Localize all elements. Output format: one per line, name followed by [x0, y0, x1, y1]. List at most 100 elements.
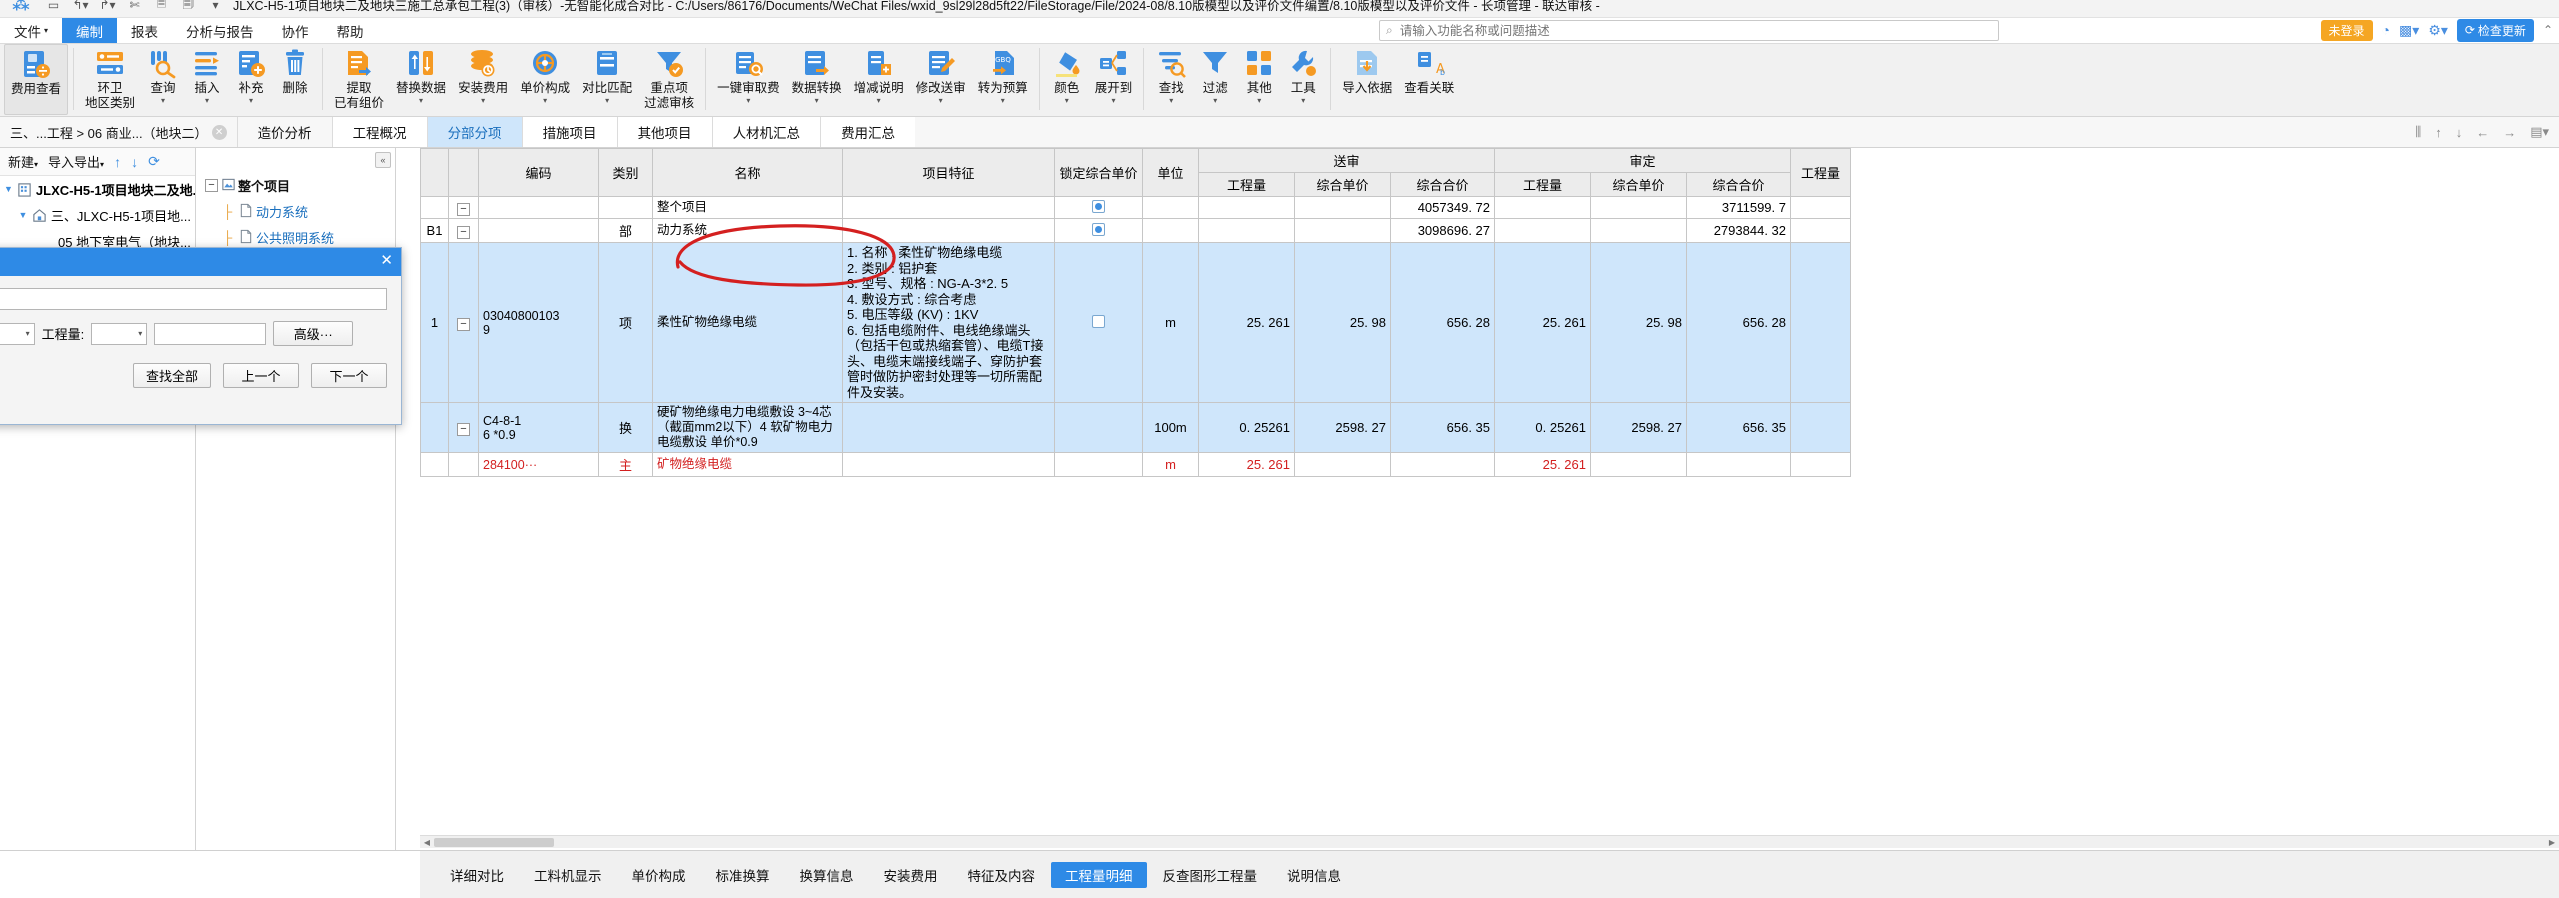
- cell-submitted-total[interactable]: 656. 35: [1390, 402, 1495, 453]
- quantity-operator-select[interactable]: ▾: [91, 322, 148, 345]
- copy-icon[interactable]: 🗏: [152, 0, 171, 14]
- cell-extra[interactable]: [1790, 402, 1851, 453]
- ribbon-button-导入依据[interactable]: 导入依据: [1336, 44, 1398, 115]
- cell-feature[interactable]: [842, 402, 1055, 453]
- tab-subdivision[interactable]: 分部分项: [426, 117, 522, 147]
- cell-submitted-unitprice[interactable]: [1294, 196, 1391, 219]
- tab-other-items[interactable]: 其他项目: [616, 117, 712, 147]
- column-header-unit[interactable]: 单位: [1142, 148, 1199, 197]
- menu-item-compile[interactable]: 编制: [62, 18, 118, 43]
- ribbon-button-对比匹配[interactable]: 对比匹配 ▾: [576, 44, 638, 115]
- cell-feature[interactable]: 1. 名称 : 柔性矿物绝缘电缆 2. 类别 : 铝护套 3. 型号、规格 : …: [842, 242, 1055, 403]
- column-header-a_qty[interactable]: 工程量: [1494, 172, 1591, 197]
- close-icon[interactable]: ✕: [380, 252, 393, 270]
- table-row[interactable]: B1− 部动力系统 3098696. 27 2793844. 32: [420, 218, 1851, 243]
- cell-submitted-unitprice[interactable]: 2598. 27: [1294, 402, 1391, 453]
- cell-name[interactable]: 动力系统: [652, 218, 843, 243]
- column-header-feature[interactable]: 项目特征: [842, 148, 1055, 197]
- project-tree-item-0[interactable]: ▼ JLXC-H5-1项目地块二及地...: [0, 176, 195, 202]
- settings-gear-icon[interactable]: ⚙▾: [2428, 22, 2448, 39]
- column-header-type[interactable]: 类别: [598, 148, 653, 197]
- breadcrumb[interactable]: 三、...工程 > 06 商业...（地块二） ✕: [0, 117, 237, 147]
- tab-cost-analysis[interactable]: 造价分析: [236, 117, 332, 147]
- cell-submitted-qty[interactable]: [1198, 218, 1295, 243]
- lock-checkbox[interactable]: [1092, 222, 1105, 236]
- ribbon-button-补充[interactable]: 补充 ▾: [229, 44, 273, 115]
- collapse-panel-button[interactable]: «: [375, 152, 391, 168]
- lock-checkbox[interactable]: [1092, 314, 1105, 328]
- column-header-rownum[interactable]: [420, 148, 449, 197]
- expander-icon[interactable]: −: [457, 225, 470, 239]
- ribbon-button-查看关联[interactable]: Ab 查看关联: [1398, 44, 1460, 115]
- quantity-input[interactable]: [154, 322, 267, 345]
- ribbon-button-插入[interactable]: 插入 ▾: [185, 44, 229, 115]
- cell-submitted-total[interactable]: 3098696. 27: [1390, 218, 1495, 243]
- cell-lock-price[interactable]: [1054, 218, 1143, 243]
- column-header-name[interactable]: 名称: [652, 148, 843, 197]
- bottom-tab-工程量明细[interactable]: 工程量明细: [1051, 861, 1147, 888]
- cell-approved-total[interactable]: [1686, 452, 1791, 477]
- expander-icon[interactable]: −: [457, 317, 470, 331]
- bottom-tab-工料机显示[interactable]: 工料机显示: [520, 861, 616, 888]
- project-tree-item-1[interactable]: ▼ 三、JLXC-H5-1项目地...: [0, 202, 195, 228]
- redo-icon[interactable]: ↱▾: [98, 0, 117, 14]
- ribbon-button-转为预算[interactable]: GBQ 转为预算 ▾: [972, 44, 1034, 115]
- ribbon-button-环卫[interactable]: 环卫 地区类别: [79, 44, 141, 115]
- close-icon[interactable]: ✕: [211, 124, 227, 140]
- cell-extra[interactable]: [1790, 452, 1851, 477]
- cell-extra[interactable]: [1790, 242, 1851, 403]
- bottom-tab-安装费用[interactable]: 安装费用: [869, 861, 952, 888]
- cell-submitted-qty[interactable]: 25. 261: [1198, 452, 1295, 477]
- grid-apps-icon[interactable]: ▩▾: [2399, 22, 2419, 39]
- arrow-up-icon[interactable]: ↑: [2435, 125, 2442, 140]
- paste-icon[interactable]: 🗐: [179, 0, 198, 14]
- structure-item-0[interactable]: − 整个项目: [196, 172, 395, 198]
- bottom-tab-单价构成[interactable]: 单价构成: [617, 861, 700, 888]
- import-export-button[interactable]: 导入导出▾: [48, 152, 104, 171]
- cell-name[interactable]: 整个项目: [652, 196, 843, 219]
- cell-submitted-total[interactable]: 4057349. 72: [1390, 196, 1495, 219]
- bottom-tab-标准换算[interactable]: 标准换算: [701, 861, 784, 888]
- bottom-tab-说明信息[interactable]: 说明信息: [1273, 861, 1355, 888]
- arrow-up-icon[interactable]: ↑: [114, 154, 121, 170]
- ribbon-button-重点项[interactable]: 重点项 过滤审核: [638, 44, 700, 115]
- column-header-a_total[interactable]: 综合合价: [1686, 172, 1791, 197]
- cell-code[interactable]: 284100···: [478, 452, 599, 477]
- cell-lock-price[interactable]: [1054, 242, 1143, 403]
- cell-expander[interactable]: −: [448, 218, 479, 243]
- table-row[interactable]: 1−03040800103 9 项柔性矿物绝缘电缆 1. 名称 : 柔性矿物绝缘电缆…: [420, 242, 1851, 403]
- tab-fee-summary[interactable]: 费用汇总: [820, 117, 916, 147]
- cell-expander[interactable]: [448, 452, 479, 477]
- menu-item-analysis[interactable]: 分析与报告: [172, 18, 268, 43]
- column-header-code[interactable]: 编码: [478, 148, 599, 197]
- cell-approved-total[interactable]: 2793844. 32: [1686, 218, 1791, 243]
- column-header-s_unit[interactable]: 综合单价: [1294, 172, 1391, 197]
- new-button[interactable]: 新建▾: [8, 152, 38, 171]
- tab-measures[interactable]: 措施项目: [521, 117, 617, 147]
- chevron-up-icon[interactable]: ⌃: [2543, 23, 2553, 37]
- cell-submitted-qty[interactable]: 0. 25261: [1198, 402, 1295, 453]
- menu-item-report[interactable]: 报表: [117, 18, 172, 43]
- refresh-circle-icon[interactable]: ⟳: [148, 153, 160, 170]
- column-header-s_qty[interactable]: 工程量: [1198, 172, 1295, 197]
- cell-code[interactable]: 03040800103 9: [478, 242, 599, 403]
- ribbon-button-替换数据[interactable]: 替换数据 ▾: [390, 44, 452, 115]
- cell-name[interactable]: 硬矿物绝缘电力电缆敷设 3~4芯 （截面mm2以下）4 软矿物电力电缆敷设 单价…: [652, 402, 843, 453]
- cell-feature[interactable]: [842, 452, 1055, 477]
- cell-feature[interactable]: [842, 218, 1055, 243]
- help-circle-icon[interactable]: ◔: [2382, 22, 2390, 38]
- ribbon-button-提取[interactable]: 提取 已有组价: [328, 44, 390, 115]
- ribbon-button-删除[interactable]: 删除: [273, 44, 317, 115]
- bottom-tab-反查图形工程量[interactable]: 反查图形工程量: [1148, 861, 1271, 888]
- table-row[interactable]: − 整个项目 4057349. 72 3711599. 7: [420, 196, 1851, 219]
- ribbon-button-费用查看[interactable]: 费用查看: [4, 44, 69, 115]
- tree-twisty-icon[interactable]: ▼: [4, 184, 13, 194]
- cell-approved-qty[interactable]: [1494, 218, 1591, 243]
- structure-item-1[interactable]: ├ 动力系统: [196, 198, 395, 224]
- find-all-button[interactable]: 查找全部: [132, 363, 211, 388]
- horizontal-scrollbar[interactable]: ◀ ▶: [420, 835, 2559, 848]
- cell-expander[interactable]: −: [448, 402, 479, 453]
- cell-approved-qty[interactable]: 25. 261: [1494, 242, 1591, 403]
- unit-select[interactable]: ▾: [0, 322, 35, 345]
- tree-twisty-icon[interactable]: ▼: [18, 210, 28, 220]
